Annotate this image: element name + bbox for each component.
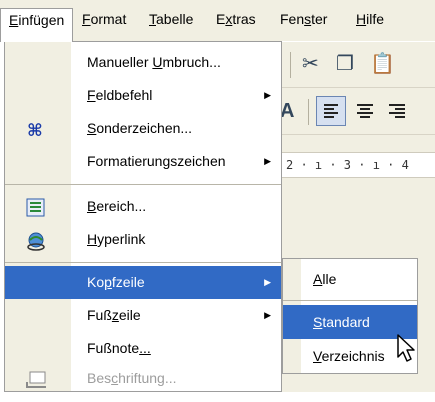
menu-extras[interactable]: Extras	[208, 8, 264, 32]
item-label-pre: Formatierun	[87, 153, 163, 169]
item-label-accel: B	[87, 198, 97, 214]
item-label-rest: hriftung...	[118, 370, 177, 386]
menu-format[interactable]: Format	[74, 8, 134, 32]
align-center-icon[interactable]	[354, 100, 376, 126]
menu-bar: Einfügen Format Tabelle Extras Fenster H…	[0, 0, 435, 42]
item-label-accel: z	[111, 307, 119, 323]
menu-item-manual-break[interactable]: Manueller Umbruch...	[5, 46, 281, 79]
menu-label-rest: ormat	[90, 11, 127, 27]
item-label-rest: ereich...	[96, 198, 147, 214]
menu-label-pre: Fen	[280, 11, 305, 27]
menu-label-accel: F	[82, 11, 91, 27]
item-label-accel: H	[87, 231, 98, 247]
menu-label-accel: H	[356, 11, 367, 27]
menu-fenster[interactable]: Fenster	[272, 8, 335, 32]
item-label-accel: S	[313, 314, 323, 330]
item-label-rest: yperlink	[97, 231, 146, 247]
cut-icon[interactable]: ✂	[302, 54, 319, 74]
menu-item-hyperlink[interactable]: Hyperlink	[5, 223, 281, 256]
menu-label-rest: infügen	[18, 12, 65, 28]
menu-item-special-character[interactable]: ⌘ Sonderzeichen...	[5, 112, 281, 145]
menu-item-caption: Beschriftung...	[5, 362, 281, 395]
item-label-rest: fzeile	[111, 274, 145, 290]
menu-label-rest: tras	[232, 11, 256, 27]
toolbar-separator	[290, 52, 291, 78]
menu-item-section[interactable]: Bereich...	[5, 190, 281, 223]
mouse-cursor-icon	[397, 334, 415, 362]
submenu-arrow-icon: ▶	[264, 156, 271, 166]
menu-label-accel: T	[149, 11, 156, 27]
menu-label-rest: abelle	[156, 11, 194, 27]
section-icon	[25, 197, 47, 217]
align-left-button[interactable]	[316, 96, 346, 126]
item-label-rest: tandard	[322, 314, 370, 330]
paste-icon[interactable]: 📋	[370, 54, 395, 74]
menu-item-footer[interactable]: Fußzeile ▶	[5, 299, 281, 332]
submenu-arrow-icon: ▶	[264, 310, 271, 320]
menu-label-rest: ter	[311, 11, 328, 27]
submenu-arrow-icon: ▶	[264, 90, 271, 100]
submenu-arrow-icon: ▶	[264, 277, 271, 287]
item-label-rest: erzeichnis	[321, 348, 385, 364]
copy-icon[interactable]: ❐	[336, 54, 354, 74]
menu-item-header[interactable]: Kopfzeile ▶	[5, 266, 281, 299]
character-format-icon[interactable]: A	[280, 101, 294, 121]
menu-label-rest: ilfe	[366, 11, 385, 27]
submenu-item-all[interactable]: Alle	[283, 262, 417, 296]
submenu-separator	[283, 296, 417, 304]
menu-item-formatting-marks[interactable]: Formatierungszeichen ▶	[5, 145, 281, 178]
item-label-accel: A	[313, 271, 323, 287]
toolbar-separator	[308, 99, 309, 125]
einfuegen-dropdown-menu: Manueller Umbruch... Feldbefehl ▶ ⌘ Sond…	[4, 41, 282, 392]
item-label-accel: F	[87, 87, 96, 103]
item-label-rest: mbruch...	[162, 54, 221, 70]
item-label-accel: U	[152, 54, 163, 70]
hyperlink-icon	[25, 230, 47, 251]
item-label-rest: ...	[139, 340, 151, 356]
menu-item-footnote[interactable]: Fußnote...	[5, 332, 281, 365]
item-label-pre: Fußnote	[87, 340, 140, 356]
menu-label-accel: E	[9, 12, 19, 28]
item-label-accel: S	[87, 120, 97, 136]
align-left-icon	[324, 104, 338, 118]
item-label-pre: Ko	[87, 274, 105, 290]
item-label-accel: p	[104, 274, 112, 290]
item-label-accel: V	[313, 348, 322, 364]
item-label-rest: onderzeichen...	[96, 120, 193, 136]
item-label-rest: eile	[118, 307, 141, 323]
menu-item-field-command[interactable]: Feldbefehl ▶	[5, 79, 281, 112]
item-label-rest: lle	[322, 271, 337, 287]
menu-separator	[5, 180, 281, 188]
item-label-rest: szeichen	[170, 153, 226, 169]
ruler-ticks: 2 · ı · 3 · ı · 4	[286, 158, 409, 172]
item-label-pre: Bes	[87, 370, 112, 386]
menu-tabelle[interactable]: Tabelle	[141, 8, 201, 32]
special-character-icon: ⌘	[25, 119, 47, 141]
align-right-icon[interactable]	[386, 100, 408, 126]
item-label-pre: Manueller	[87, 54, 153, 70]
menu-label-pre: E	[216, 11, 226, 27]
item-label-pre: Fuß	[87, 307, 112, 323]
menu-einfuegen[interactable]: Einfügen	[0, 8, 74, 42]
caption-icon	[25, 369, 47, 389]
svg-text:⌘: ⌘	[27, 121, 43, 140]
menu-hilfe[interactable]: Hilfe	[348, 8, 392, 32]
menu-separator	[5, 258, 281, 266]
item-label-rest: eldbefehl	[95, 87, 153, 103]
